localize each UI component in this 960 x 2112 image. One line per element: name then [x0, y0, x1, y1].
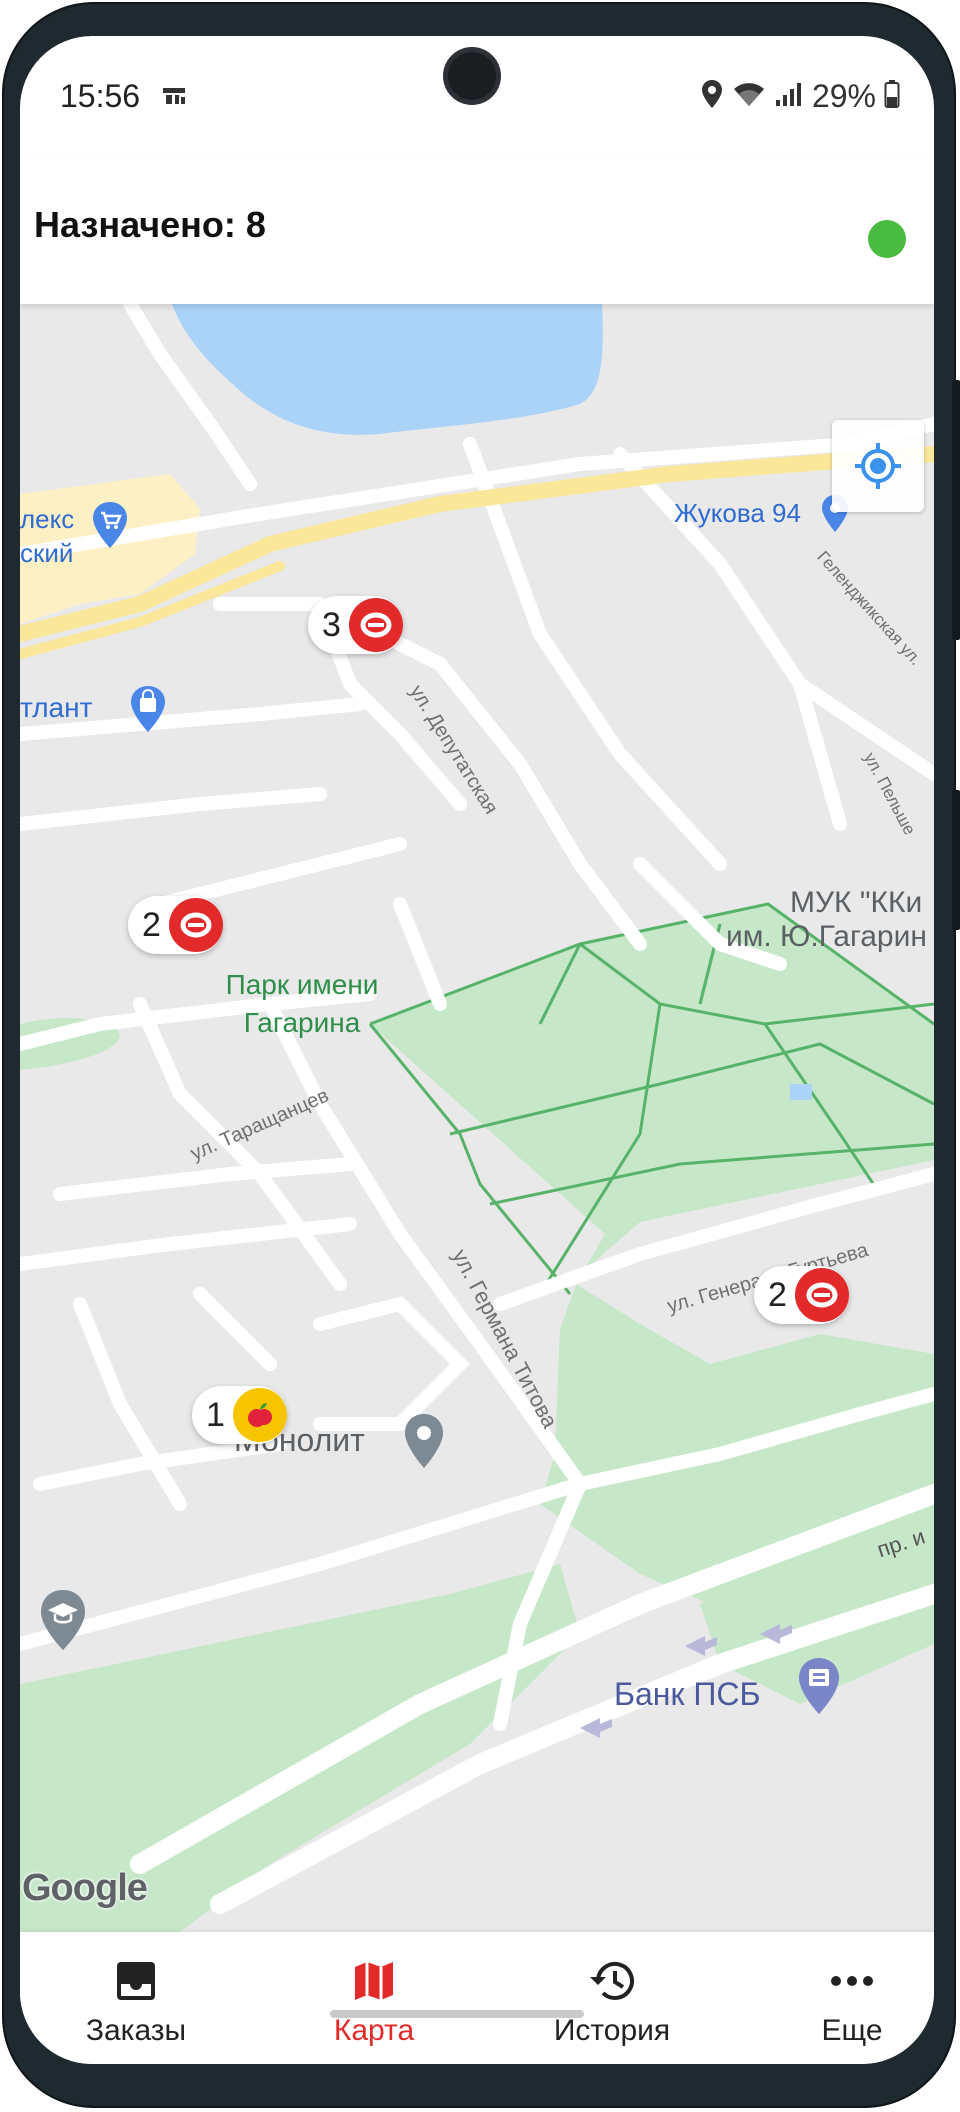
inbox-icon	[36, 1956, 236, 2006]
store-logo-red-icon	[168, 898, 223, 952]
battery-percent: 29%	[811, 77, 876, 114]
poi-label-atlant: тлант	[20, 692, 93, 723]
poi-label-muk: МУК "ККи	[790, 886, 923, 919]
my-location-button[interactable]	[832, 420, 924, 512]
order-count: 2	[142, 905, 161, 944]
power-button	[952, 790, 960, 930]
front-camera	[448, 52, 496, 100]
nav-map-label: Карта	[333, 2014, 415, 2047]
place-pin-icon	[402, 1412, 446, 1475]
order-count: 2	[768, 1275, 787, 1314]
poi-label-lex: лекс	[20, 504, 75, 534]
nav-orders[interactable]: Заказы	[36, 1956, 236, 2048]
map-icon	[274, 1956, 474, 2006]
shopping-cart-pin-icon	[90, 500, 130, 555]
notification-icon	[162, 86, 188, 112]
store-logo-red-icon	[794, 1268, 849, 1322]
nav-history[interactable]: История	[512, 1956, 712, 2048]
nav-orders-label: Заказы	[85, 2014, 187, 2047]
nav-map[interactable]: Карта	[274, 1956, 474, 2048]
order-marker[interactable]: 3	[308, 596, 403, 654]
status-icons: 29%	[700, 76, 900, 116]
apple-logo-icon	[232, 1388, 287, 1442]
school-pin-icon	[38, 1588, 88, 1657]
history-icon	[512, 1956, 712, 2006]
poi-label-zhukova: Жукова 94	[674, 498, 801, 528]
screen: 15:56 29% Назначено: 8 ул. Депутатская у…	[20, 36, 934, 2064]
phone-frame: 15:56 29% Назначено: 8 ул. Депутатская у…	[0, 0, 960, 2112]
volume-button	[952, 380, 960, 640]
google-logo: Google	[22, 1867, 148, 1909]
nav-more-label: Еще	[821, 2014, 883, 2047]
wifi-icon	[732, 80, 766, 113]
location-icon	[700, 79, 724, 114]
battery-icon	[884, 79, 900, 114]
more-icon	[752, 1956, 934, 2006]
poi-label-bank: Банк ПСБ	[614, 1676, 761, 1712]
crosshair-icon	[855, 443, 901, 489]
order-marker[interactable]: 2	[754, 1266, 849, 1324]
store-logo-red-icon	[348, 598, 403, 652]
app-header: Назначено: 8	[20, 156, 934, 304]
shopping-bag-pin-icon	[128, 684, 168, 739]
assigned-count-title: Назначено: 8	[34, 204, 266, 245]
status-time: 15:56	[60, 78, 141, 114]
nav-history-label: История	[553, 2014, 671, 2047]
bank-pin-icon	[796, 1656, 842, 1721]
poi-label-muk-sub: им. Ю.Гагарин	[726, 920, 927, 953]
home-indicator[interactable]	[330, 2010, 584, 2018]
online-status-indicator[interactable]	[868, 220, 906, 258]
park-label: Парк имени Гагарина	[225, 969, 379, 1038]
order-count: 3	[322, 605, 341, 644]
status-bar: 15:56 29%	[20, 36, 934, 156]
bottom-navigation: Заказы Карта История Еще	[20, 1932, 934, 2064]
order-count: 1	[206, 1395, 225, 1434]
map-view[interactable]: ул. Депутатская ул. Таращанцев ул. Герма…	[20, 304, 934, 1932]
poi-label-lex-sub: ский	[20, 538, 74, 568]
order-marker[interactable]: 1	[192, 1386, 287, 1444]
signal-icon	[774, 80, 804, 113]
nav-more[interactable]: Еще	[752, 1956, 934, 2048]
order-marker[interactable]: 2	[128, 896, 223, 954]
